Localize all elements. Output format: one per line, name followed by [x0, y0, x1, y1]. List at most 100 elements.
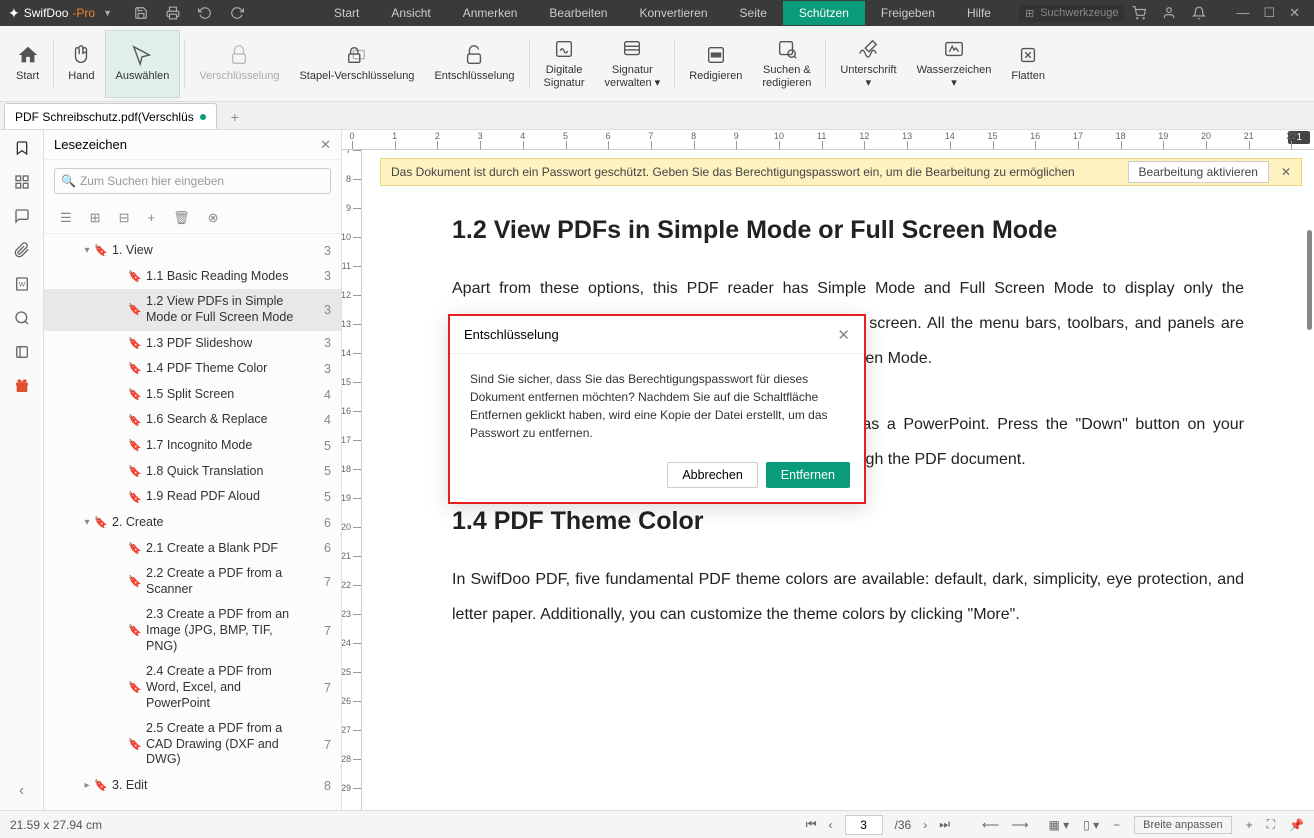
- tool-signature[interactable]: Unterschrift ▾: [830, 30, 906, 98]
- bookmark-node[interactable]: 🔖2.2 Create a PDF from a Scanner7: [44, 561, 341, 602]
- bookmark-node[interactable]: 🔖1.7 Incognito Mode5: [44, 433, 341, 459]
- user-icon[interactable]: [1162, 6, 1176, 20]
- bookmark-node[interactable]: 🔖1.3 PDF Slideshow3: [44, 331, 341, 357]
- dialog-close-icon[interactable]: ✕: [837, 326, 850, 344]
- bookmark-node[interactable]: 🔖1.6 Search & Replace4: [44, 407, 341, 433]
- bm-remove-icon[interactable]: ⊗: [208, 210, 219, 226]
- maximize-icon[interactable]: ☐: [1263, 5, 1275, 21]
- nav-next-icon[interactable]: ›: [923, 818, 927, 832]
- tool-redact[interactable]: Redigieren: [679, 30, 752, 98]
- menu-anmerken[interactable]: Anmerken: [447, 1, 534, 25]
- close-window-icon[interactable]: ✕: [1289, 5, 1300, 21]
- cart-icon[interactable]: [1132, 6, 1146, 20]
- bell-icon[interactable]: [1192, 6, 1206, 20]
- page-input[interactable]: [845, 815, 883, 835]
- collapse-rail-icon[interactable]: ‹: [19, 782, 24, 800]
- bookmark-node[interactable]: 🔖1.5 Split Screen4: [44, 382, 341, 408]
- manage-sig-icon: [621, 38, 643, 60]
- tool-select[interactable]: Auswählen: [105, 30, 181, 98]
- panel-close-icon[interactable]: ✕: [320, 137, 331, 153]
- bookmark-node[interactable]: 🔖1.8 Quick Translation5: [44, 459, 341, 485]
- zoom-out-icon[interactable]: −: [1113, 818, 1120, 832]
- tool-start[interactable]: Start: [6, 30, 49, 98]
- bookmark-node[interactable]: 🔖1.4 PDF Theme Color3: [44, 356, 341, 382]
- menu-schuetzen[interactable]: Schützen: [783, 1, 865, 25]
- page-layout-icon[interactable]: ▯ ▾: [1083, 818, 1099, 832]
- dialog-ok-button[interactable]: Entfernen: [766, 462, 850, 488]
- banner-close-icon[interactable]: ✕: [1281, 165, 1291, 179]
- bookmark-node[interactable]: 🔖2.4 Create a PDF from Word, Excel, and …: [44, 659, 341, 716]
- nav-first-icon[interactable]: ⏮: [806, 817, 817, 832]
- zoom-in-icon[interactable]: +: [1246, 818, 1253, 832]
- search-icon[interactable]: [14, 310, 30, 326]
- menu-bearbeiten[interactable]: Bearbeiten: [533, 1, 623, 25]
- tool-digital-sig[interactable]: Digitale Signatur: [534, 30, 595, 98]
- tool-hand[interactable]: Hand: [58, 30, 104, 98]
- tool-manage-sig[interactable]: Signatur verwalten ▾: [595, 30, 671, 98]
- bm-menu-icon[interactable]: ☰: [60, 210, 72, 226]
- tool-flatten[interactable]: Flatten: [1001, 30, 1055, 98]
- fullscreen-icon[interactable]: ⛶: [1267, 817, 1275, 832]
- gift-icon[interactable]: [14, 378, 30, 394]
- brand-name: SwifDoo: [24, 6, 69, 20]
- undo-icon[interactable]: [198, 6, 212, 20]
- tool-watermark[interactable]: Wasserzeichen ▾: [907, 30, 1002, 98]
- bookmark-node[interactable]: 🔖2.1 Create a Blank PDF6: [44, 536, 341, 562]
- bookmark-node[interactable]: 🔖2.3 Create a PDF from an Image (JPG, BM…: [44, 602, 341, 659]
- menu-freigeben[interactable]: Freigeben: [865, 1, 951, 25]
- menu-hilfe[interactable]: Hilfe: [951, 1, 1007, 25]
- password-banner: Das Dokument ist durch ein Passwort gesc…: [380, 158, 1302, 186]
- minimize-icon[interactable]: —: [1236, 5, 1249, 21]
- menu-ansicht[interactable]: Ansicht: [375, 1, 446, 25]
- banner-text: Das Dokument ist durch ein Passwort gesc…: [391, 165, 1120, 179]
- bookmark-node[interactable]: ▾🔖1. View3: [44, 238, 341, 264]
- tool-decrypt[interactable]: Entschlüsselung: [424, 30, 524, 98]
- bookmark-tree: ▾🔖1. View3🔖1.1 Basic Reading Modes3🔖1.2 …: [44, 234, 341, 810]
- bm-collapse-icon[interactable]: ⊟: [119, 210, 130, 226]
- bookmark-node[interactable]: ▸🔖3. Edit8: [44, 773, 341, 799]
- attachments-icon[interactable]: [14, 242, 30, 258]
- print-icon[interactable]: [166, 6, 180, 20]
- redo-icon[interactable]: [230, 6, 244, 20]
- scrollbar-thumb[interactable]: [1307, 230, 1312, 330]
- bookmark-node[interactable]: 🔖1.1 Basic Reading Modes3: [44, 264, 341, 290]
- word-icon[interactable]: W: [14, 276, 30, 292]
- search-tools[interactable]: ⊞ Suchwerkzeuge: [1019, 5, 1125, 22]
- banner-activate-button[interactable]: Bearbeitung aktivieren: [1128, 161, 1269, 183]
- menu-konvertieren[interactable]: Konvertieren: [623, 1, 723, 25]
- page-dimensions: 21.59 x 27.94 cm: [10, 818, 102, 832]
- brand-dropdown-icon[interactable]: ▼: [103, 8, 112, 18]
- nav-back-icon[interactable]: ⟵: [982, 818, 999, 832]
- decrypt-dialog: Entschlüsselung ✕ Sind Sie sicher, dass …: [448, 314, 866, 504]
- view-mode-icon[interactable]: ▦ ▾: [1048, 818, 1069, 832]
- paragraph-3: In SwifDoo PDF, five fundamental PDF the…: [452, 562, 1244, 632]
- comments-icon[interactable]: [14, 208, 30, 224]
- bookmark-node[interactable]: 🔖1.9 Read PDF Aloud5: [44, 484, 341, 510]
- nav-prev-icon[interactable]: ‹: [829, 818, 833, 832]
- tool-batch-encrypt[interactable]: Stapel-Verschlüsselung: [289, 30, 424, 98]
- bookmark-node[interactable]: 🔖2.5 Create a PDF from a CAD Drawing (DX…: [44, 716, 341, 773]
- bookmark-icon[interactable]: [14, 140, 30, 156]
- tool-search-redact[interactable]: Suchen & redigieren: [752, 30, 821, 98]
- thumbnails-icon[interactable]: [14, 174, 30, 190]
- dialog-cancel-button[interactable]: Abbrechen: [667, 462, 757, 488]
- nav-last-icon[interactable]: ⏭: [939, 817, 950, 832]
- document-tab[interactable]: PDF Schreibschutz.pdf(Verschlüs: [4, 103, 217, 129]
- search-input-icon: 🔍: [61, 174, 76, 188]
- tab-modified-dot: [200, 114, 206, 120]
- bookmark-node[interactable]: ▾🔖2. Create6: [44, 510, 341, 536]
- nav-forward-icon[interactable]: ⟶: [1011, 818, 1028, 832]
- bm-add-icon[interactable]: +: [147, 210, 155, 225]
- bm-delete-icon[interactable]: 🗑: [173, 210, 190, 226]
- menu-seite[interactable]: Seite: [724, 1, 783, 25]
- zoom-dropdown[interactable]: Breite anpassen: [1134, 816, 1232, 834]
- layers-icon[interactable]: [14, 344, 30, 360]
- pin-icon[interactable]: 📌: [1289, 818, 1304, 832]
- bookmark-search[interactable]: 🔍 Zum Suchen hier eingeben: [54, 168, 331, 194]
- add-tab-icon[interactable]: +: [227, 105, 243, 129]
- bm-expand-icon[interactable]: ⊞: [90, 210, 101, 226]
- menu-start[interactable]: Start: [318, 1, 375, 25]
- save-icon[interactable]: [134, 6, 148, 20]
- ruler-horizontal: 1 012345678910111213141516171819202122: [342, 130, 1314, 150]
- bookmark-node[interactable]: 🔖1.2 View PDFs in Simple Mode or Full Sc…: [44, 289, 341, 330]
